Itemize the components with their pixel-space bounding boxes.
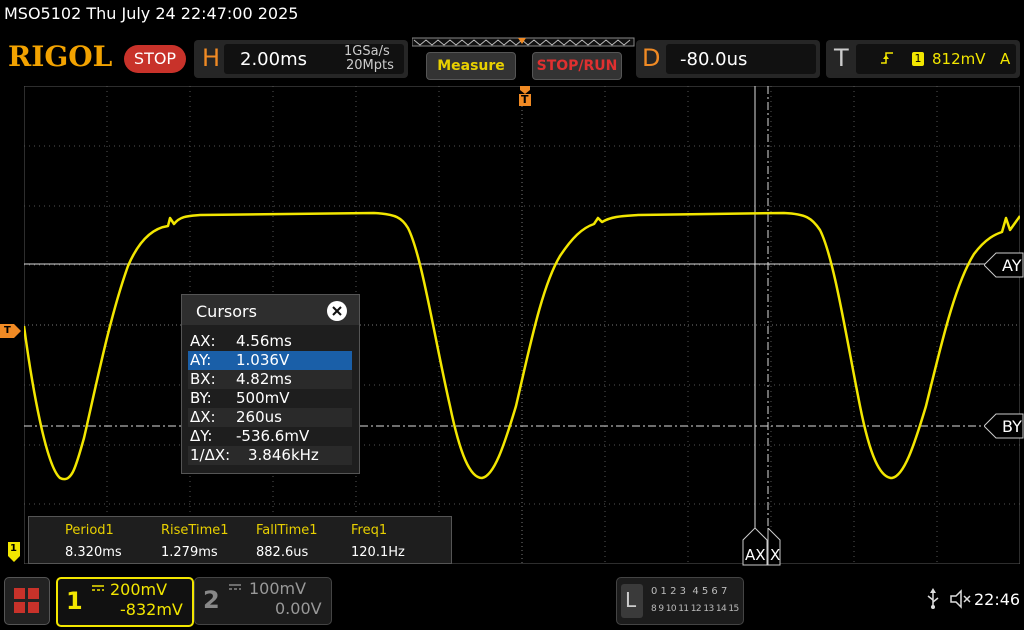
cursor-row-by[interactable]: BY: 500mV (188, 389, 352, 408)
measurement-panel[interactable]: Period1 8.320ms RiseTime1 1.279ms FallTi… (28, 516, 452, 564)
cursor-row-inv-dx: 1/ΔX: 3.846kHz (188, 446, 352, 465)
time-scale: 2.00ms (240, 49, 307, 70)
cursor-row-ax[interactable]: AX: 4.56ms (188, 332, 352, 351)
cursor-row-value: -536.6mV (236, 427, 310, 445)
trigger-letter: T (834, 44, 849, 72)
ch2-panel[interactable]: 2 100mV 0.00V (194, 577, 332, 625)
cursor-row-key: ΔX: (190, 408, 216, 426)
logic-channels-row1: 0 1 2 3 4 5 6 7 (651, 586, 728, 597)
cursor-row-key: AY: (190, 351, 212, 369)
delay-value: -80.0us (680, 49, 748, 70)
dc-coupling-icon (92, 585, 104, 591)
cursor-by-tag: BY (1002, 417, 1022, 436)
grid-menu-icon (14, 588, 39, 613)
trigger-position-letter: T (521, 93, 529, 106)
ch2-scale: 100mV (249, 579, 307, 598)
clock: 22:46 (974, 590, 1021, 609)
measurement-value: 8.320ms (65, 545, 122, 560)
dc-coupling-icon (229, 584, 241, 590)
cursor-row-key: ΔY: (190, 427, 213, 445)
cursor-row-key: BY: (190, 389, 212, 407)
cursor-row-value: 4.82ms (236, 370, 292, 388)
ch1-offset: -832mV (120, 600, 183, 619)
cursor-bx-tag: X (770, 546, 781, 564)
delay-letter: D (642, 44, 661, 72)
usb-icon (927, 588, 939, 609)
cursor-row-value: 500mV (236, 389, 290, 407)
ch1-offset-label: 1 (10, 543, 17, 554)
ch2-offset: 0.00V (275, 599, 322, 618)
horizontal-panel[interactable]: H 2.00ms 1GSa/s 20Mpts (194, 40, 408, 78)
ch1-panel[interactable]: 1 200mV -832mV (56, 577, 194, 627)
stop-run-button[interactable]: STOP/RUN (532, 52, 622, 80)
cursors-dialog-title: Cursors (196, 302, 257, 321)
measurement-label: Freq1 (351, 523, 388, 538)
measurement-value: 120.1Hz (351, 545, 405, 560)
measurement-value: 882.6us (256, 545, 309, 560)
measurement-label: Period1 (65, 523, 114, 538)
cursor-row-bx[interactable]: BX: 4.82ms (188, 370, 352, 389)
cursor-row-value: 4.56ms (236, 332, 292, 350)
speaker-muted-icon[interactable] (950, 589, 972, 609)
cursor-row-ay[interactable]: AY: 1.036V (188, 351, 352, 370)
cursor-row-key: BX: (190, 370, 216, 388)
cursors-dialog[interactable]: Cursors AX: 4.56ms AY: 1.036V BX: 4.82ms… (181, 294, 360, 474)
cursor-row-dx: ΔX: 260us (188, 408, 352, 427)
cursor-row-value: 260us (236, 408, 282, 426)
logic-channels-row2: 8 9 10 11 12 13 14 15 (651, 604, 739, 614)
stop-run-label: STOP/RUN (536, 58, 618, 74)
memory-depth: 20Mpts (346, 58, 394, 73)
ch1-number: 1 (66, 587, 83, 615)
measurement-label: RiseTime1 (161, 523, 229, 538)
cursor-ay-tag: AY (1002, 256, 1022, 275)
ch2-number: 2 (203, 586, 220, 614)
memory-position-bar (412, 37, 635, 47)
ch1-scale: 200mV (110, 580, 168, 599)
sample-rate: 1GSa/s (344, 44, 390, 59)
cursor-row-value: 3.846kHz (248, 446, 319, 464)
cursor-row-dy: ΔY: -536.6mV (188, 427, 352, 446)
trigger-channel-badge: 1 (912, 52, 924, 66)
waveform-screen[interactable] (24, 86, 1020, 564)
logic-letter: L (625, 588, 637, 612)
device-title: MSO5102 Thu July 24 22:47:00 2025 (4, 4, 299, 23)
logic-panel[interactable]: L 0 1 2 3 4 5 6 7 8 9 10 11 12 13 14 15 (616, 577, 744, 625)
menu-button[interactable] (4, 577, 50, 625)
run-state-badge[interactable]: STOP (124, 45, 186, 73)
rigol-logo: RIGOL (8, 40, 113, 73)
measure-label: Measure (437, 58, 505, 74)
close-icon[interactable] (326, 300, 348, 322)
measure-button[interactable]: Measure (426, 52, 516, 80)
cursor-ax-tag: AX (745, 546, 766, 564)
measurement-label: FallTime1 (256, 523, 318, 538)
rising-edge-icon (881, 52, 893, 64)
trigger-mode: A (1000, 50, 1011, 68)
trigger-level-letter: T (4, 325, 11, 336)
trigger-panel[interactable]: T 1 812mV A (826, 40, 1020, 78)
horizontal-letter: H (202, 44, 221, 72)
trigger-level: 812mV (932, 50, 986, 68)
cursor-row-value: 1.036V (236, 351, 290, 369)
cursor-row-key: AX: (190, 332, 216, 350)
cursor-row-key: 1/ΔX: (190, 446, 231, 464)
measurement-value: 1.279ms (161, 545, 218, 560)
delay-panel[interactable]: D -80.0us (636, 40, 820, 78)
